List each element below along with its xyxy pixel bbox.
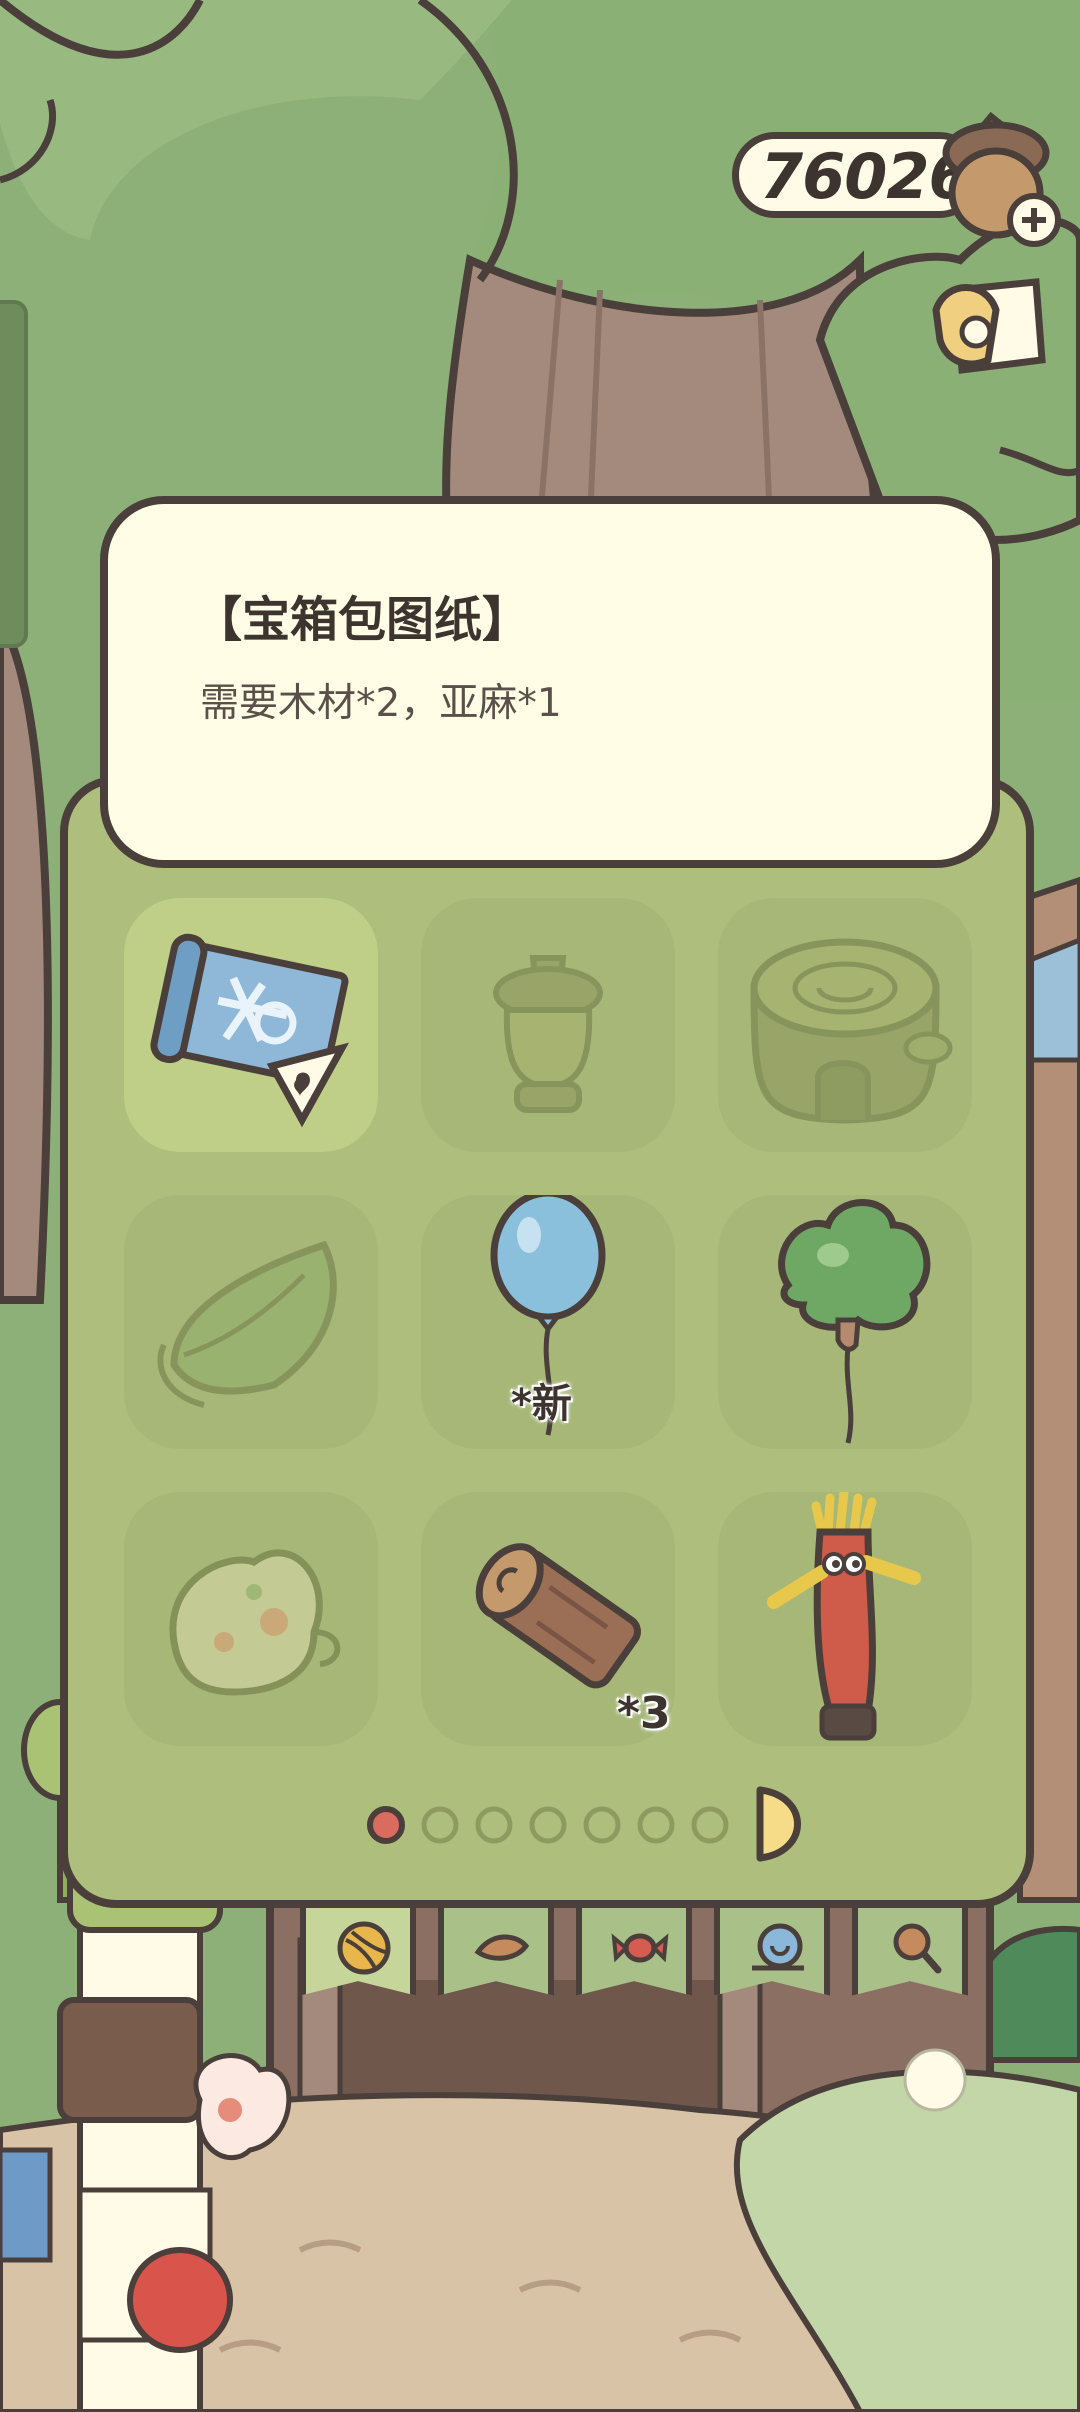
tube-man-icon: [767, 1492, 921, 1741]
acorn-plus-icon[interactable]: [936, 108, 1066, 248]
snail-shell-icon: [752, 1923, 804, 1971]
green-cloud-balloon-icon: [778, 1199, 931, 1444]
stump-house-icon: [750, 938, 953, 1124]
tab-leaf-food[interactable]: [438, 1900, 554, 1996]
quantity-badge: *3: [617, 1688, 671, 1739]
candy-icon: [611, 1933, 669, 1963]
currency-amount: 76026: [760, 140, 972, 213]
item-info-card: 【宝箱包图纸】 需要木材*2，亚麻*1: [100, 496, 1000, 868]
yarn-ball-icon: [337, 1921, 391, 1975]
tab-candy[interactable]: [576, 1900, 692, 1996]
inventory-slot-8[interactable]: *3: [421, 1492, 675, 1746]
next-arrow-icon[interactable]: [750, 1784, 810, 1864]
item-requirements: 需要木材*2，亚麻*1: [200, 681, 562, 726]
blueprint-scroll-icon: [150, 933, 350, 1128]
inventory-slot-9[interactable]: [718, 1492, 972, 1746]
acorn-lamp-icon: [493, 955, 603, 1113]
inventory-slot-5[interactable]: *新: [421, 1195, 675, 1449]
item-title: 【宝箱包图纸】: [194, 592, 531, 648]
inventory-slot-4[interactable]: [124, 1195, 378, 1449]
mail-envelope-icon[interactable]: [926, 270, 1056, 396]
leaf-food-icon: [474, 1934, 530, 1961]
inventory-slot-7[interactable]: [124, 1492, 378, 1746]
new-badge: *新: [511, 1381, 572, 1427]
leaf-wrap-icon: [157, 1240, 337, 1408]
inventory-slot-2[interactable]: [421, 898, 675, 1152]
tab-snail[interactable]: [714, 1900, 830, 1996]
side-drawer-handle[interactable]: [0, 300, 28, 648]
tab-yarn[interactable]: [300, 1900, 416, 1996]
flower-bag-icon: [169, 1549, 341, 1696]
inventory-slot-6[interactable]: [718, 1195, 972, 1449]
category-tab-bar: [290, 1900, 990, 2020]
magnifier-icon: [893, 1923, 942, 1974]
tab-search[interactable]: [852, 1900, 968, 1996]
inventory-slot-1[interactable]: [124, 898, 378, 1152]
inventory-slot-3[interactable]: [718, 898, 972, 1152]
